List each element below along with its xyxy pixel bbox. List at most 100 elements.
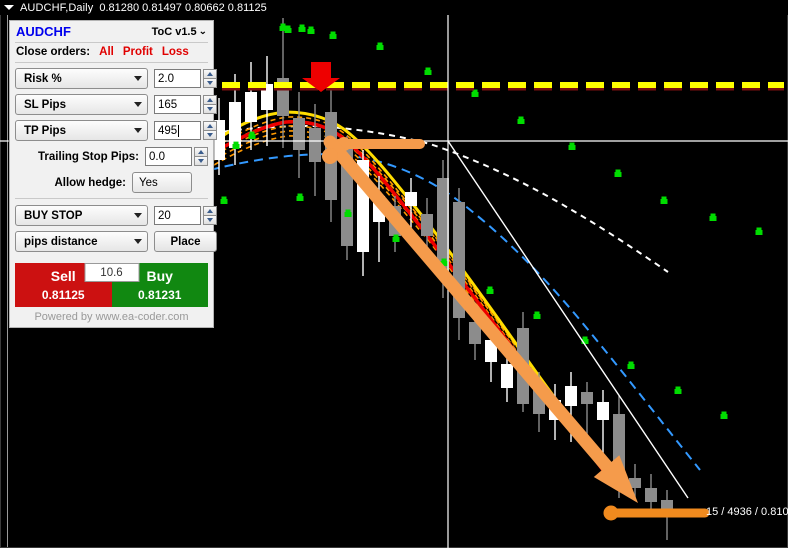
sl-stepper[interactable]: [203, 95, 217, 114]
signal-dot: [248, 134, 256, 139]
stepper-up-icon[interactable]: [203, 69, 217, 78]
stepper-up-icon[interactable]: [203, 121, 217, 130]
panel-version[interactable]: ToC v1.5 ⌄: [152, 26, 207, 38]
tp-value: 495: [158, 124, 178, 137]
order-type-row: BUY STOP 20: [15, 205, 217, 226]
sell-price: 0.81125: [41, 287, 85, 302]
candle-body: [581, 392, 593, 404]
stepper-down-icon[interactable]: [203, 104, 217, 114]
panel-version-label: ToC v1.5: [151, 25, 197, 38]
chart-ohlc-values: 0.81280 0.81497 0.80662 0.81125: [99, 1, 267, 14]
sell-buy-row: Sell 0.81125 Buy 0.81231 10.6: [15, 263, 208, 307]
trailing-stop-stepper[interactable]: [194, 147, 208, 166]
order-distance-input[interactable]: 20: [154, 206, 201, 225]
signal-dot: [755, 230, 763, 235]
close-all-link[interactable]: All: [99, 46, 114, 58]
allow-hedge-value: Yes: [139, 176, 158, 189]
order-distance-stepper[interactable]: [203, 206, 217, 225]
signal-dot: [627, 364, 635, 369]
divider: [15, 62, 208, 63]
buy-price: 0.81231: [138, 287, 182, 302]
caret-down-icon: [134, 213, 142, 218]
text-cursor: [178, 124, 180, 137]
caret-down-icon: [134, 102, 142, 107]
stepper-down-icon[interactable]: [203, 215, 217, 225]
order-type-label: BUY STOP: [24, 209, 83, 222]
trailing-stop-value: 0.0: [149, 150, 165, 163]
spread-value: 10.6: [84, 263, 139, 282]
stepper-up-icon[interactable]: [203, 206, 217, 215]
sl-input[interactable]: 165: [154, 95, 201, 114]
divider: [15, 198, 208, 199]
signal-dot: [424, 70, 432, 75]
panel-header: AUDCHF ToC v1.5 ⌄: [10, 21, 213, 41]
candle-body: [565, 386, 577, 406]
tp-stepper[interactable]: [203, 121, 217, 140]
chevron-down-icon[interactable]: ⌄: [199, 27, 207, 36]
risk-stepper[interactable]: [203, 69, 217, 88]
distance-mode-row: pips distance Place: [15, 231, 217, 252]
candle-body: [405, 192, 417, 206]
mt4-chart-window: 15 / 4936 / 0.81093 AUDCHF,Daily 0.81280…: [0, 0, 788, 548]
chart-symbol-period: AUDCHF,Daily: [20, 1, 94, 14]
panel-footer: Powered by www.ea-coder.com: [34, 311, 189, 323]
risk-row: Risk % 2.0: [15, 68, 217, 89]
candle-body: [309, 128, 321, 162]
stepper-down-icon[interactable]: [203, 130, 217, 140]
tp-input[interactable]: 495: [154, 121, 201, 140]
distance-mode-dropdown[interactable]: pips distance: [15, 231, 148, 252]
risk-input[interactable]: 2.0: [154, 69, 201, 88]
tp-dropdown[interactable]: TP Pips: [15, 120, 148, 141]
signal-dot: [720, 414, 728, 419]
sl-value: 165: [158, 98, 178, 111]
signal-dot: [232, 144, 240, 149]
stepper-down-icon[interactable]: [203, 78, 217, 88]
signal-dot: [533, 314, 541, 319]
close-profit-link[interactable]: Profit: [123, 46, 153, 58]
caret-down-icon: [134, 76, 142, 81]
order-distance-value: 20: [158, 209, 171, 222]
take-profit-level: [222, 82, 784, 91]
signal-dot: [329, 34, 337, 39]
signal-dot: [517, 119, 525, 124]
close-loss-link[interactable]: Loss: [162, 46, 189, 58]
signal-dot: [392, 237, 400, 242]
triangle-down-icon[interactable]: [4, 5, 14, 10]
allow-hedge-dropdown[interactable]: Yes: [132, 172, 192, 193]
stepper-up-icon[interactable]: [194, 147, 208, 156]
signal-dot: [344, 212, 352, 217]
sl-dropdown-label: SL Pips: [24, 98, 66, 111]
distance-mode-label: pips distance: [24, 235, 98, 248]
divider: [15, 42, 208, 43]
signal-dot: [298, 27, 306, 32]
risk-value: 2.0: [158, 72, 174, 85]
sl-row: SL Pips 165: [15, 94, 217, 115]
trade-objects: [322, 135, 710, 521]
signal-dot: [279, 26, 287, 31]
place-button[interactable]: Place: [154, 231, 217, 252]
stepper-down-icon[interactable]: [194, 156, 208, 166]
close-orders-row: Close orders: All Profit Loss: [10, 45, 213, 61]
trailing-stop-input[interactable]: 0.0: [145, 147, 192, 166]
stepper-up-icon[interactable]: [203, 95, 217, 104]
allow-hedge-label: Allow hedge:: [54, 176, 126, 189]
candle-body: [645, 488, 657, 502]
trade-panel: AUDCHF ToC v1.5 ⌄ Close orders: All Prof…: [9, 20, 217, 328]
buy-label: Buy: [146, 267, 173, 284]
anchor-level-dot: [603, 505, 619, 521]
signal-dot: [660, 199, 668, 204]
order-type-dropdown[interactable]: BUY STOP: [15, 205, 148, 226]
risk-dropdown[interactable]: Risk %: [15, 68, 148, 89]
sl-dropdown[interactable]: SL Pips: [15, 94, 148, 115]
trailing-stop-label: Trailing Stop Pips:: [38, 150, 139, 163]
signal-dot: [307, 29, 315, 34]
signal-dot: [674, 389, 682, 394]
caret-down-icon: [134, 239, 142, 244]
candle-body: [421, 214, 433, 236]
caret-down-icon: [134, 128, 142, 133]
risk-dropdown-label: Risk %: [24, 72, 62, 85]
candle-body: [245, 92, 257, 122]
ma-red-line: [213, 119, 608, 476]
signal-dot: [614, 172, 622, 177]
signal-dot: [486, 289, 494, 294]
